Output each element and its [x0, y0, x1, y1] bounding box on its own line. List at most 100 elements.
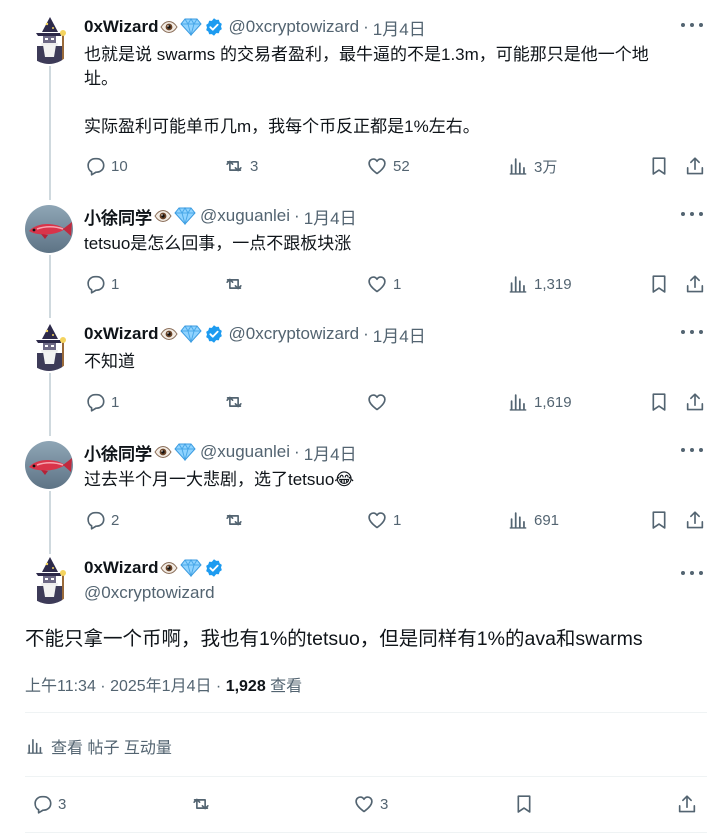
author-handle[interactable]: @0xcryptowizard	[228, 324, 359, 344]
eye-icon	[154, 445, 172, 459]
bookmark-button[interactable]	[513, 792, 535, 816]
repost-button[interactable]	[223, 508, 245, 532]
reposts-count: 3	[250, 157, 259, 175]
views-count: 691	[534, 511, 560, 529]
tweet-date[interactable]: 1月4日	[304, 440, 357, 465]
tweet-timestamp[interactable]: 上午11:34 · 2025年1月4日 ·	[25, 678, 226, 695]
like-button[interactable]: 1	[366, 508, 401, 532]
more-icon[interactable]	[681, 207, 703, 221]
divider	[25, 832, 707, 833]
tweet-date[interactable]: 1月4日	[304, 204, 357, 229]
views-button[interactable]: 691	[507, 508, 559, 532]
views-count: 1,928	[225, 678, 266, 695]
engagement-label: 查看 帖子 互动量	[51, 740, 172, 757]
eye-icon	[160, 561, 179, 575]
share-button[interactable]	[684, 508, 706, 532]
tweet-text: 也就是说 swarms 的交易者盈利，最牛逼的不是1.3m，可能那只是他一个地址…	[84, 43, 694, 139]
separator: ·	[363, 17, 369, 36]
share-button[interactable]	[684, 272, 706, 296]
author-handle[interactable]: @0xcryptowizard	[228, 17, 359, 37]
repost-icon	[223, 273, 245, 295]
reply-button[interactable]: 1	[84, 390, 119, 414]
divider	[25, 776, 707, 777]
bookmark-icon	[513, 793, 535, 815]
tweet-date[interactable]: 1月4日	[373, 322, 426, 347]
like-button[interactable]	[366, 390, 388, 414]
reply-button[interactable]: 1	[84, 272, 119, 296]
more-icon[interactable]	[681, 18, 703, 32]
avatar[interactable]	[25, 205, 73, 253]
more-icon[interactable]	[681, 325, 703, 339]
reply-icon	[31, 793, 53, 815]
reply-icon	[84, 391, 106, 413]
reply-button[interactable]: 10	[84, 154, 128, 178]
like-button[interactable]: 3	[353, 792, 388, 816]
diamond-icon	[180, 18, 203, 36]
thread-line	[49, 66, 51, 200]
tweet-header: 小徐同学 @xuguanlei · 1月4日	[84, 204, 357, 229]
verified-icon[interactable]	[204, 17, 224, 37]
author-name[interactable]: 小徐同学	[84, 440, 152, 465]
repost-icon	[223, 155, 245, 177]
avatar[interactable]	[25, 323, 73, 371]
repost-button[interactable]: 3	[223, 154, 258, 178]
tweet-header: 0xWizard @0xcryptowizard · 1月4日	[84, 15, 426, 40]
reply-button[interactable]: 3	[31, 792, 66, 816]
author-handle[interactable]: @xuguanlei	[200, 442, 290, 462]
author-name[interactable]: 0xWizard	[84, 324, 158, 344]
share-icon	[676, 793, 698, 815]
tweet-text-line: 不知道	[84, 352, 135, 371]
tweet-text: 过去半个月一大悲剧，选了tetsuo😂	[84, 468, 694, 492]
more-icon[interactable]	[681, 443, 703, 457]
reply-icon	[84, 155, 106, 177]
diamond-icon	[174, 207, 196, 225]
separator: ·	[363, 324, 369, 343]
more-icon[interactable]	[681, 566, 703, 580]
avatar[interactable]	[25, 441, 73, 489]
repost-button[interactable]	[223, 272, 245, 296]
repost-button[interactable]	[223, 390, 245, 414]
avatar[interactable]	[25, 556, 73, 604]
avatar[interactable]	[25, 16, 73, 64]
thread-line	[49, 491, 51, 554]
like-button[interactable]: 52	[366, 154, 410, 178]
engagement-link[interactable]: 查看 帖子 互动量	[25, 734, 172, 758]
tweet-actions: 1 1,619	[84, 390, 704, 414]
verified-icon[interactable]	[204, 324, 224, 344]
tweet-header: 小徐同学 @xuguanlei · 1月4日	[84, 440, 357, 465]
bookmark-button[interactable]	[648, 272, 670, 296]
repost-button[interactable]	[190, 792, 212, 816]
bookmark-button[interactable]	[648, 508, 670, 532]
repost-icon	[190, 793, 212, 815]
diamond-icon	[180, 325, 203, 343]
thread-line	[49, 255, 51, 318]
tweet-text-line: 址。	[84, 69, 118, 88]
views-button[interactable]: 3万	[507, 154, 557, 178]
share-icon	[684, 273, 706, 295]
views-count: 1,619	[534, 393, 572, 411]
tweet-text-line: tetsuo是怎么回事，一点不跟板块涨	[84, 234, 352, 253]
bookmark-button[interactable]	[648, 390, 670, 414]
author-handle[interactable]: @xuguanlei	[200, 206, 290, 226]
share-button[interactable]	[676, 792, 698, 816]
likes-count: 1	[393, 275, 402, 293]
bookmark-button[interactable]	[648, 154, 670, 178]
author-name[interactable]: 0xWizard	[84, 17, 158, 37]
views-count: 1,319	[534, 275, 572, 293]
share-icon	[684, 391, 706, 413]
views-button[interactable]: 1,319	[507, 272, 572, 296]
author-handle[interactable]: @0xcryptowizard	[84, 583, 215, 603]
views-button[interactable]: 1,619	[507, 390, 572, 414]
reply-button[interactable]: 2	[84, 508, 119, 532]
separator: ·	[294, 206, 300, 225]
like-button[interactable]: 1	[366, 272, 401, 296]
tweet-date[interactable]: 1月4日	[373, 15, 426, 40]
share-button[interactable]	[684, 390, 706, 414]
author-name[interactable]: 0xWizard	[84, 558, 158, 578]
views-count: 3万	[534, 158, 558, 176]
author-name[interactable]: 小徐同学	[84, 204, 152, 229]
verified-icon[interactable]	[204, 558, 224, 578]
tweet-text-line: 也就是说 swarms 的交易者盈利，最牛逼的不是1.3m，可能那只是他一个地	[84, 45, 649, 64]
share-button[interactable]	[684, 154, 706, 178]
bookmark-icon	[648, 391, 670, 413]
